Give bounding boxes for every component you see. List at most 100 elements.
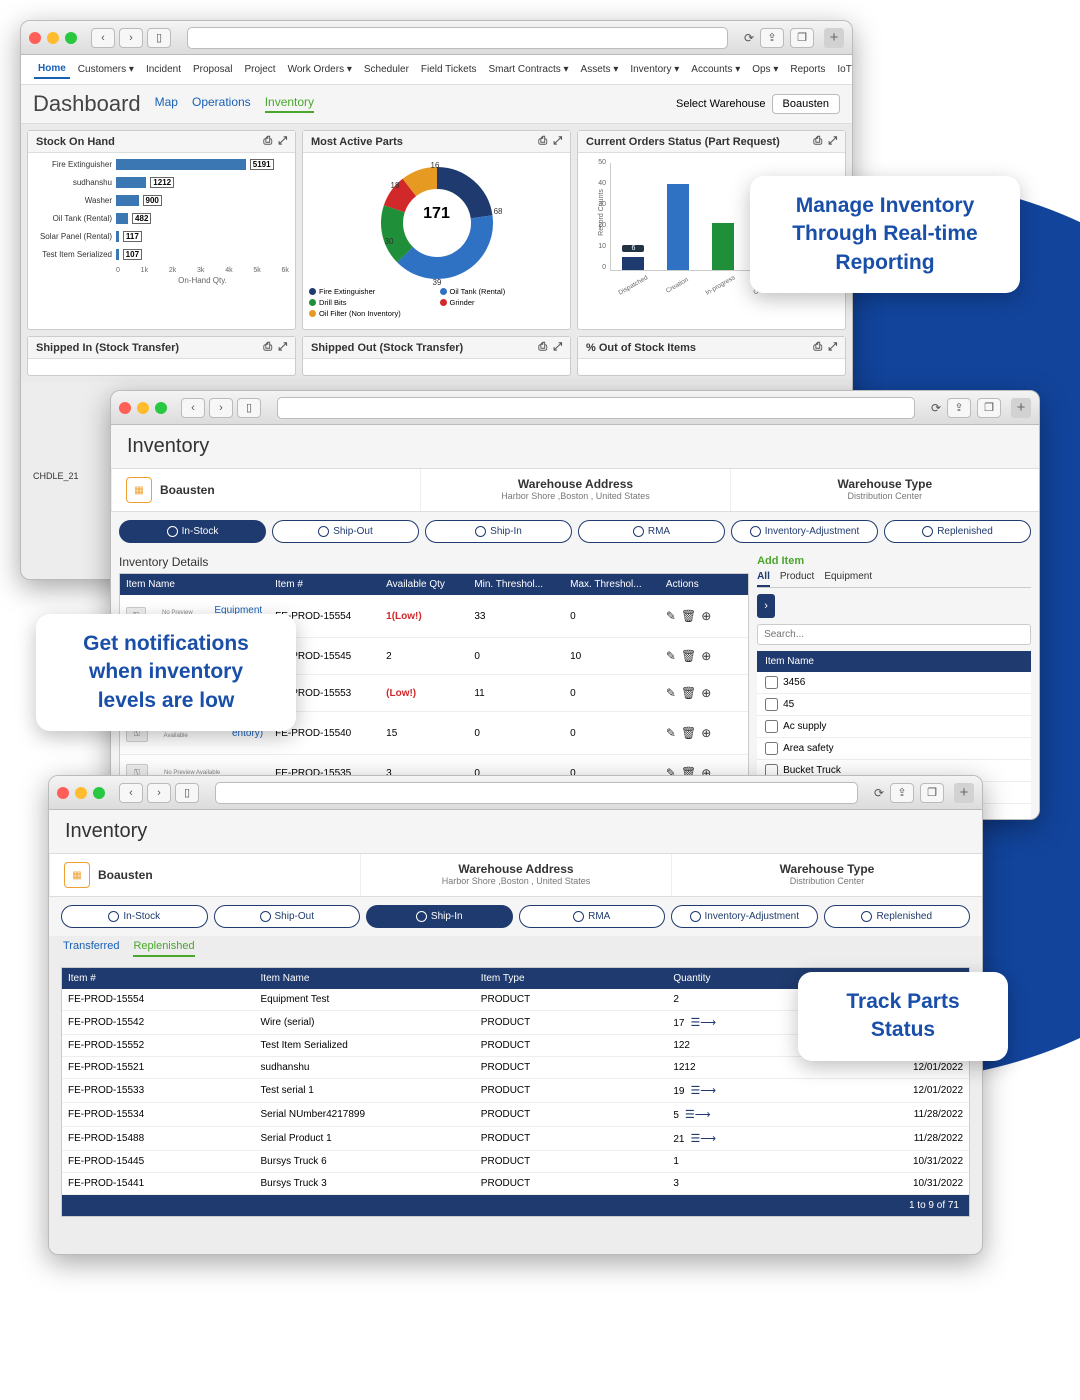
tabs-icon[interactable]: ❐: [790, 28, 814, 48]
close-icon[interactable]: [57, 787, 69, 799]
reload-icon[interactable]: ⟳: [931, 401, 941, 415]
inv-tab-replenished[interactable]: Replenished: [884, 520, 1031, 543]
filter-tab[interactable]: All: [757, 571, 770, 587]
dashboard-tab[interactable]: Operations: [192, 95, 251, 113]
url-bar[interactable]: [187, 27, 728, 49]
sub-tab[interactable]: Transferred: [63, 940, 119, 957]
nav-item[interactable]: IoT: [833, 61, 853, 78]
item-checkbox[interactable]: [765, 698, 778, 711]
sidebar-toggle-icon[interactable]: ▯: [175, 783, 199, 803]
item-row[interactable]: Ac supply: [757, 716, 1031, 738]
item-checkbox[interactable]: [765, 720, 778, 733]
nav-item[interactable]: Assets ▾: [577, 61, 623, 78]
new-tab-icon[interactable]: +: [1011, 398, 1031, 418]
nav-item[interactable]: Smart Contracts ▾: [484, 61, 572, 78]
export-icon[interactable]: ⎙: [813, 135, 822, 148]
nav-back-icon[interactable]: ‹: [91, 28, 115, 48]
add-icon[interactable]: ⊕: [701, 686, 711, 700]
edit-icon[interactable]: ✎: [666, 726, 676, 740]
expand-icon[interactable]: ⤢: [553, 135, 562, 148]
maximize-icon[interactable]: [93, 787, 105, 799]
share-icon[interactable]: ⇪: [760, 28, 784, 48]
minimize-icon[interactable]: [47, 32, 59, 44]
nav-item[interactable]: Reports: [786, 61, 829, 78]
add-icon[interactable]: ⊕: [701, 609, 711, 623]
item-row[interactable]: Area safety: [757, 738, 1031, 760]
edit-icon[interactable]: ✎: [666, 649, 676, 663]
share-icon[interactable]: ⇪: [947, 398, 971, 418]
table-row[interactable]: FE-PROD-15533Test serial 1PRODUCT19☰⟶12/…: [62, 1079, 969, 1103]
nav-item[interactable]: Inventory ▾: [626, 61, 683, 78]
delete-icon[interactable]: 🗑: [681, 609, 696, 623]
nav-fwd-icon[interactable]: ›: [209, 398, 233, 418]
reload-icon[interactable]: ⟳: [744, 31, 754, 45]
item-row[interactable]: 45: [757, 694, 1031, 716]
item-checkbox[interactable]: [765, 676, 778, 689]
close-icon[interactable]: [119, 402, 131, 414]
nav-item[interactable]: Field Tickets: [417, 61, 481, 78]
filter-tab[interactable]: Equipment: [824, 571, 872, 587]
export-icon[interactable]: ⎙: [263, 135, 272, 148]
nav-item[interactable]: Customers ▾: [74, 61, 138, 78]
table-row[interactable]: FE-PROD-15441Bursys Truck 3PRODUCT310/31…: [62, 1173, 969, 1195]
new-tab-icon[interactable]: +: [954, 783, 974, 803]
new-tab-icon[interactable]: +: [824, 28, 844, 48]
nav-item[interactable]: Accounts ▾: [687, 61, 744, 78]
export-icon[interactable]: ⎙: [538, 135, 547, 148]
nav-item[interactable]: Scheduler: [360, 61, 413, 78]
search-input[interactable]: [757, 624, 1031, 645]
nav-item[interactable]: Project: [240, 61, 279, 78]
minimize-icon[interactable]: [137, 402, 149, 414]
expand-icon[interactable]: ⤢: [828, 135, 837, 148]
delete-icon[interactable]: 🗑: [681, 726, 696, 740]
warehouse-dropdown[interactable]: Boausten: [772, 94, 840, 114]
item-checkbox[interactable]: [765, 742, 778, 755]
minimize-icon[interactable]: [75, 787, 87, 799]
export-icon[interactable]: ⎙: [813, 341, 822, 354]
table-row[interactable]: FE-PROD-15488Serial Product 1PRODUCT21☰⟶…: [62, 1127, 969, 1151]
inv-tab-in-stock[interactable]: In-Stock: [119, 520, 266, 543]
url-bar[interactable]: [277, 397, 915, 419]
nav-item[interactable]: Home: [34, 60, 70, 79]
inv-tab-ship-in[interactable]: Ship-In: [366, 905, 513, 928]
inv-tab-replenished[interactable]: Replenished: [824, 905, 971, 928]
nav-item[interactable]: Proposal: [189, 61, 236, 78]
collapse-icon[interactable]: ›: [757, 594, 775, 618]
add-icon[interactable]: ⊕: [701, 726, 711, 740]
delete-icon[interactable]: 🗑: [681, 649, 696, 663]
item-row[interactable]: 3456: [757, 672, 1031, 694]
expand-icon[interactable]: ⤢: [553, 341, 562, 354]
add-icon[interactable]: ⊕: [701, 649, 711, 663]
maximize-icon[interactable]: [155, 402, 167, 414]
nav-item[interactable]: Ops ▾: [748, 61, 782, 78]
edit-icon[interactable]: ✎: [666, 686, 676, 700]
inv-tab-rma[interactable]: RMA: [578, 520, 725, 543]
filter-tab[interactable]: Product: [780, 571, 814, 587]
url-bar[interactable]: [215, 782, 858, 804]
edit-icon[interactable]: ✎: [666, 609, 676, 623]
table-row[interactable]: FE-PROD-15445Bursys Truck 6PRODUCT110/31…: [62, 1151, 969, 1173]
expand-icon[interactable]: ⤢: [278, 341, 287, 354]
inv-tab-ship-out[interactable]: Ship-Out: [272, 520, 419, 543]
table-row[interactable]: FE-PROD-15534Serial NUmber4217899PRODUCT…: [62, 1103, 969, 1127]
nav-fwd-icon[interactable]: ›: [119, 28, 143, 48]
nav-back-icon[interactable]: ‹: [119, 783, 143, 803]
dashboard-tab[interactable]: Inventory: [265, 95, 314, 113]
add-item-link[interactable]: Add Item: [757, 555, 1031, 567]
maximize-icon[interactable]: [65, 32, 77, 44]
tabs-icon[interactable]: ❐: [977, 398, 1001, 418]
sidebar-toggle-icon[interactable]: ▯: [147, 28, 171, 48]
nav-item[interactable]: Work Orders ▾: [284, 61, 356, 78]
inv-tab-in-stock[interactable]: In-Stock: [61, 905, 208, 928]
inv-tab-ship-out[interactable]: Ship-Out: [214, 905, 361, 928]
nav-item[interactable]: Incident: [142, 61, 185, 78]
inv-tab-inventory-adjustment[interactable]: Inventory-Adjustment: [731, 520, 878, 543]
inv-tab-rma[interactable]: RMA: [519, 905, 666, 928]
delete-icon[interactable]: 🗑: [681, 686, 696, 700]
expand-icon[interactable]: ⤢: [828, 341, 837, 354]
expand-icon[interactable]: ⤢: [278, 135, 287, 148]
sub-tab[interactable]: Replenished: [133, 940, 194, 957]
dashboard-tab[interactable]: Map: [155, 95, 178, 113]
share-icon[interactable]: ⇪: [890, 783, 914, 803]
export-icon[interactable]: ⎙: [263, 341, 272, 354]
